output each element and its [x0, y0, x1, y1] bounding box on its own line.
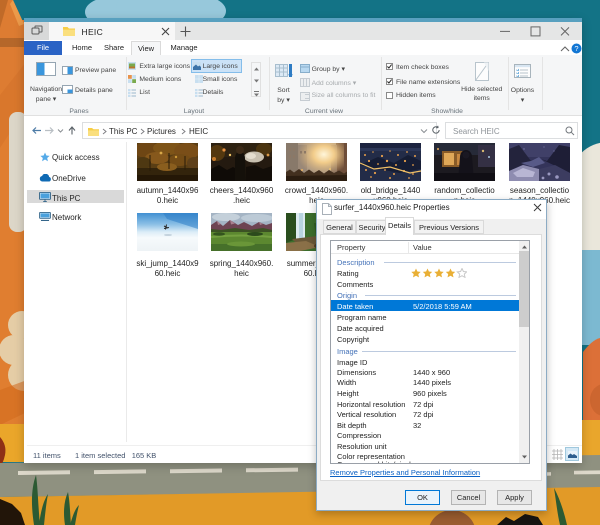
svg-text:?: ?	[574, 44, 578, 53]
